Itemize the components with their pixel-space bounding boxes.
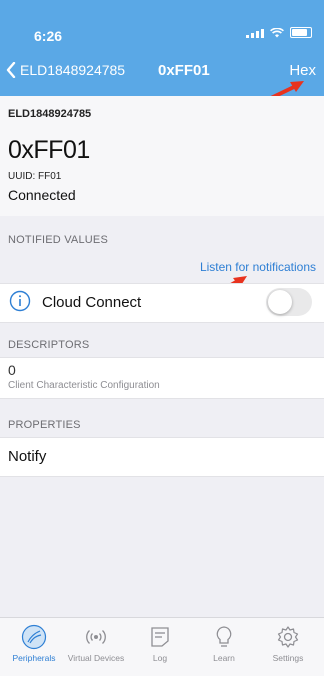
section-properties: PROPERTIES [8,419,81,431]
tab-settings[interactable]: Settings [256,624,320,663]
tab-bar: Peripherals Virtual Devices Log Learn Se… [0,617,324,676]
tab-learn[interactable]: Learn [192,624,256,663]
log-icon [151,627,169,647]
signal-icon [246,28,264,38]
listen-for-notifications-link[interactable]: Listen for notifications [200,260,316,274]
lightbulb-icon [216,626,232,647]
status-time: 6:26 [34,28,63,44]
descriptor-value: 0 [8,362,16,378]
cloud-connect-label: Cloud Connect [42,294,142,311]
info-icon[interactable] [9,290,31,312]
status-bar: 6:26 [0,0,324,50]
descriptor-row[interactable]: 0 Client Characteristic Configuration [0,357,324,399]
tab-label: Settings [272,653,304,663]
wifi-icon [270,27,284,37]
connection-status: Connected [8,187,76,203]
broadcast-icon [86,630,106,644]
tab-label: Learn [213,653,235,663]
battery-icon [290,27,312,38]
chevron-left-icon [6,62,16,78]
property-row: Notify [0,437,324,477]
tab-label: Virtual Devices [67,653,125,663]
device-name: ELD1848924785 [8,108,92,120]
page-title: 0xFF01 [158,62,210,79]
toggle-knob [268,290,292,314]
uuid-label: UUID: FF01 [8,171,62,182]
tab-peripherals[interactable]: Peripherals [2,624,66,663]
tab-log[interactable]: Log [128,624,192,663]
status-icons [246,27,312,38]
gear-icon [277,626,299,648]
peripherals-icon [21,624,47,650]
cloud-connect-row: Cloud Connect [0,283,324,323]
section-descriptors: DESCRIPTORS [8,339,90,351]
back-button[interactable]: ELD1848924785 [6,62,125,78]
characteristic-title: 0xFF01 [8,136,90,164]
tab-virtual-devices[interactable]: Virtual Devices [64,624,128,663]
tab-label: Peripherals [12,653,56,663]
cloud-connect-toggle[interactable] [266,288,312,316]
descriptor-subtitle: Client Characteristic Configuration [8,380,160,391]
section-notified-values: NOTIFIED VALUES [8,234,108,246]
back-label: ELD1848924785 [20,62,126,78]
tab-label: Log [152,653,168,663]
property-value: Notify [8,448,47,465]
characteristic-header: ELD1848924785 0xFF01 UUID: FF01 Connecte… [0,96,324,216]
hex-toggle-button[interactable]: Hex [289,62,316,79]
